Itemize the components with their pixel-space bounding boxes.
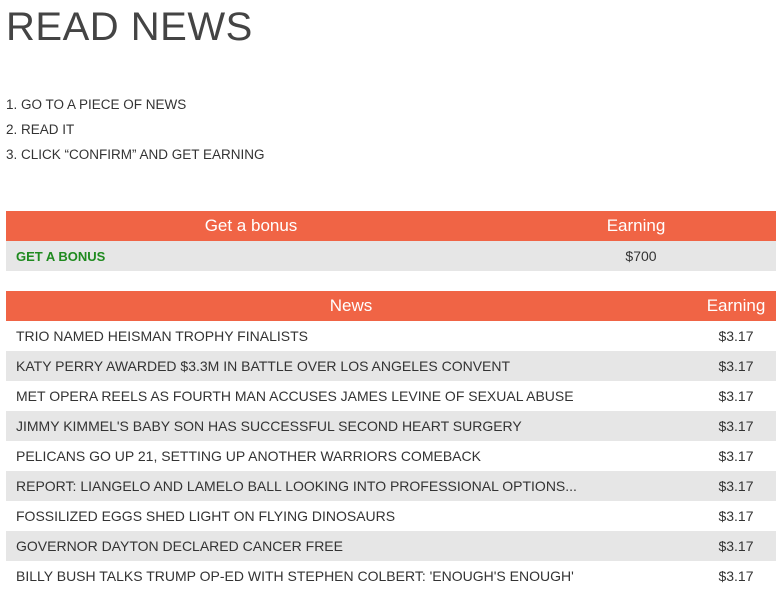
table-row: FOSSILIZED EGGS SHED LIGHT ON FLYING DIN… <box>6 501 776 531</box>
earning-cell: $3.17 <box>718 478 754 494</box>
table-row: TRIO NAMED HEISMAN TROPHY FINALISTS $3.1… <box>6 321 776 351</box>
table-row: GOVERNOR DAYTON DECLARED CANCER FREE $3.… <box>6 531 776 561</box>
bonus-table-header: Get a bonus Earning <box>6 211 776 241</box>
earning-cell: $3.17 <box>718 388 754 404</box>
earning-column-header: Earning <box>606 216 666 235</box>
news-cell: KATY PERRY AWARDED $3.3M IN BATTLE OVER … <box>6 358 696 374</box>
news-cell: REPORT: LIANGELO AND LAMELO BALL LOOKING… <box>6 478 696 494</box>
instruction-step: 1. GO TO A PIECE OF NEWS <box>6 97 187 112</box>
table-row: MET OPERA REELS AS FOURTH MAN ACCUSES JA… <box>6 381 776 411</box>
instruction-step: 3. CLICK “CONFIRM” AND GET EARNING <box>6 147 265 162</box>
news-column-header: News <box>329 296 373 315</box>
page: READ NEWS 1. GO TO A PIECE OF NEWS 2. RE… <box>0 0 780 592</box>
news-table-header: News Earning <box>6 291 776 321</box>
news-link[interactable]: PELICANS GO UP 21, SETTING UP ANOTHER WA… <box>16 448 481 464</box>
earning-column-header: Earning <box>706 296 766 315</box>
news-cell: FOSSILIZED EGGS SHED LIGHT ON FLYING DIN… <box>6 508 696 524</box>
bonus-column-header: Get a bonus <box>204 216 298 235</box>
earning-cell: $3.17 <box>718 508 754 524</box>
instruction-step: 2. READ IT <box>6 122 75 137</box>
earning-cell: $3.17 <box>718 568 754 584</box>
news-cell: JIMMY KIMMEL'S BABY SON HAS SUCCESSFUL S… <box>6 418 696 434</box>
news-link[interactable]: BILLY BUSH TALKS TRUMP OP-ED WITH STEPHE… <box>16 568 574 584</box>
page-title: READ NEWS <box>6 5 253 49</box>
instructions-list: 1. GO TO A PIECE OF NEWS 2. READ IT 3. C… <box>6 94 265 169</box>
news-link[interactable]: GOVERNOR DAYTON DECLARED CANCER FREE <box>16 538 343 554</box>
table-row: KATY PERRY AWARDED $3.3M IN BATTLE OVER … <box>6 351 776 381</box>
earning-cell: $3.17 <box>718 448 754 464</box>
news-link[interactable]: TRIO NAMED HEISMAN TROPHY FINALISTS <box>16 328 308 344</box>
news-cell: PELICANS GO UP 21, SETTING UP ANOTHER WA… <box>6 448 696 464</box>
bonus-cell: GET A BONUS <box>6 248 506 264</box>
earning-cell: $700 <box>625 248 657 264</box>
table-row: BILLY BUSH TALKS TRUMP OP-ED WITH STEPHE… <box>6 561 776 591</box>
table-row: PELICANS GO UP 21, SETTING UP ANOTHER WA… <box>6 441 776 471</box>
get-bonus-link[interactable]: GET A BONUS <box>16 249 105 264</box>
news-cell: GOVERNOR DAYTON DECLARED CANCER FREE <box>6 538 696 554</box>
table-row: REPORT: LIANGELO AND LAMELO BALL LOOKING… <box>6 471 776 501</box>
news-link[interactable]: KATY PERRY AWARDED $3.3M IN BATTLE OVER … <box>16 358 510 374</box>
earning-cell: $3.17 <box>718 418 754 434</box>
table-row: JIMMY KIMMEL'S BABY SON HAS SUCCESSFUL S… <box>6 411 776 441</box>
news-link[interactable]: MET OPERA REELS AS FOURTH MAN ACCUSES JA… <box>16 388 574 404</box>
news-cell: MET OPERA REELS AS FOURTH MAN ACCUSES JA… <box>6 388 696 404</box>
bonus-table: Get a bonus Earning GET A BONUS $700 <box>6 211 776 271</box>
news-table: News Earning TRIO NAMED HEISMAN TROPHY F… <box>6 291 776 591</box>
news-cell: BILLY BUSH TALKS TRUMP OP-ED WITH STEPHE… <box>6 568 696 584</box>
news-link[interactable]: FOSSILIZED EGGS SHED LIGHT ON FLYING DIN… <box>16 508 395 524</box>
news-link[interactable]: REPORT: LIANGELO AND LAMELO BALL LOOKING… <box>16 478 577 494</box>
earning-cell: $3.17 <box>718 538 754 554</box>
earning-cell: $3.17 <box>718 328 754 344</box>
news-cell: TRIO NAMED HEISMAN TROPHY FINALISTS <box>6 328 696 344</box>
table-row: GET A BONUS $700 <box>6 241 776 271</box>
news-link[interactable]: JIMMY KIMMEL'S BABY SON HAS SUCCESSFUL S… <box>16 418 522 434</box>
earning-cell: $3.17 <box>718 358 754 374</box>
